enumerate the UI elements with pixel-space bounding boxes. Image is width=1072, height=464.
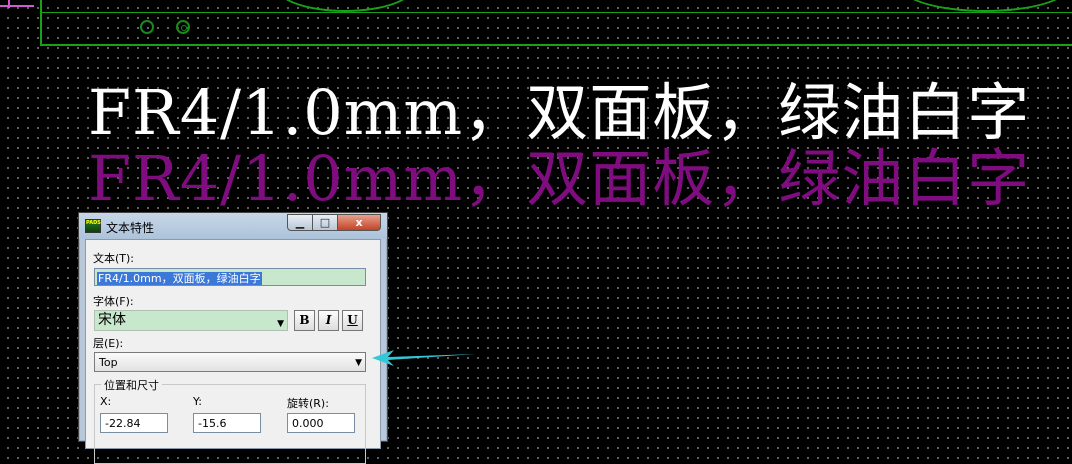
text-properties-dialog: PADS 文本特性 ▁ □ x 文本(T): FR4/1.0mm，双面板，绿油白… (78, 212, 388, 464)
layer-select-value: Top (99, 356, 118, 369)
board-outline-line (40, 12, 1072, 13)
chevron-down-icon: ▼ (277, 319, 284, 329)
board-outline (40, 0, 1072, 46)
minimize-button[interactable]: ▁ (287, 214, 313, 231)
pink-trace-tick (8, 0, 10, 8)
layer-select[interactable]: Top ▼ (94, 352, 366, 372)
x-input[interactable]: -22.84 (100, 413, 168, 433)
y-label: Y: (193, 395, 202, 408)
rotation-label: 旋转(R): (287, 397, 329, 410)
via-hole-2[interactable] (176, 20, 190, 34)
annotation-arrow-icon (372, 350, 476, 366)
x-label: X: (100, 395, 112, 408)
font-select[interactable]: 宋体 ▼ (94, 310, 288, 331)
dialog-body: 文本(T): FR4/1.0mm，双面板，绿油白字 字体(F): 宋体 ▼ B … (85, 239, 381, 464)
maximize-button[interactable]: □ (312, 214, 338, 231)
font-select-value: 宋体 (98, 312, 126, 328)
position-size-title: 位置和尺寸 (101, 377, 162, 393)
close-button[interactable]: x (337, 214, 381, 231)
text-content-selection: FR4/1.0mm，双面板，绿油白字 (97, 272, 262, 285)
ghost-pcb-text[interactable]: FR4/1.0mm，双面板，绿油白字 (88, 148, 1030, 210)
chevron-down-icon: ▼ (355, 358, 362, 368)
dialog-titlebar[interactable]: PADS 文本特性 ▁ □ x (79, 213, 387, 239)
underline-button[interactable]: U (342, 310, 363, 331)
via-hole-1[interactable] (140, 20, 154, 34)
text-content-input[interactable]: FR4/1.0mm，双面板，绿油白字 (94, 268, 366, 286)
font-label: 字体(F): (93, 295, 134, 308)
position-size-group: 位置和尺寸 X: -22.84 Y: -15.6 旋转(R): 0.000 (94, 377, 366, 464)
selected-pcb-text[interactable]: FR4/1.0mm，双面板，绿油白字 (88, 82, 1030, 144)
pink-trace (0, 5, 34, 7)
italic-button[interactable]: I (318, 310, 339, 331)
layer-label: 层(E): (93, 337, 124, 350)
y-input[interactable]: -15.6 (193, 413, 261, 433)
pads-app-icon: PADS (85, 219, 101, 233)
bold-button[interactable]: B (294, 310, 315, 331)
text-label: 文本(T): (93, 252, 135, 265)
rotation-input[interactable]: 0.000 (287, 413, 355, 433)
dialog-title: 文本特性 (106, 221, 155, 235)
